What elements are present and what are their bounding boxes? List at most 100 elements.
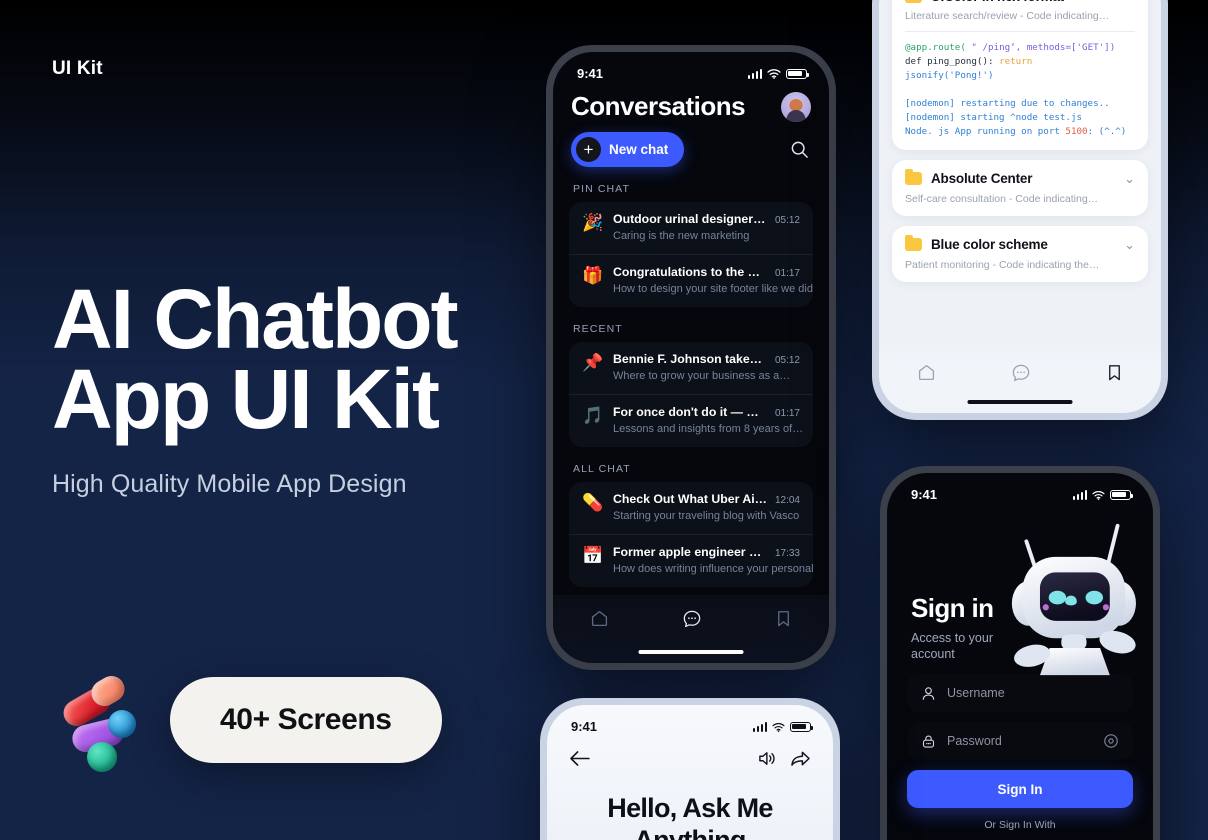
list-item[interactable]: 🎵 For once don't do it — NIKE's… 01:17 Less… <box>569 394 813 447</box>
conversations-actions: + New chat <box>553 122 829 167</box>
status-icons <box>1072 489 1133 500</box>
wifi-icon <box>767 69 781 79</box>
signal-icon <box>747 68 762 79</box>
list-item[interactable]: 🎉 Outdoor urinal designers offer… 05:12 Car… <box>569 202 813 254</box>
screens-badge-row: 40+ Screens <box>58 671 442 772</box>
chat-emoji-icon: 💊 <box>582 493 604 512</box>
ask-screen: 9:41 Hello, Ask Me Anything <box>547 705 833 840</box>
accordion-title: UIColor in hex format <box>931 0 1115 4</box>
ask-heading-line-1: Hello, Ask Me <box>607 793 773 823</box>
chat-snippet: How does writing influence your personal… <box>613 563 813 575</box>
folder-icon <box>905 0 922 3</box>
back-arrow-icon[interactable] <box>569 750 590 767</box>
conversations-screen: 9:41 Conversations + New chat PIN CHAT 🎉… <box>553 52 829 663</box>
chat-emoji-icon: 🎉 <box>582 213 604 232</box>
status-bar: 9:41 <box>887 473 1153 506</box>
folder-icon <box>905 169 922 186</box>
list-item[interactable]: 💊 Check Out What Uber Air's… 12:04 Starting… <box>569 482 813 534</box>
chevron-down-icon[interactable]: ⌄ <box>1124 237 1135 253</box>
bookmark-icon[interactable] <box>775 609 792 628</box>
or-signin-label: Or Sign In With <box>984 819 1056 831</box>
speaker-icon[interactable] <box>757 750 776 767</box>
hero-subtitle: High Quality Mobile App Design <box>52 469 407 498</box>
chat-time: 01:17 <box>774 408 800 419</box>
chat-time: 12:04 <box>774 495 800 506</box>
status-time: 9:41 <box>577 66 604 81</box>
bookmark-icon[interactable] <box>1106 363 1123 382</box>
phone-code-panel: UIColor in hex format ⌄ Literature search/… <box>872 0 1168 420</box>
chat-emoji-icon: 📅 <box>582 546 604 565</box>
conversations-header: Conversations <box>553 85 829 122</box>
chat-snippet: Where to grow your business as a… <box>613 370 791 382</box>
chat-title: For once don't do it — NIKE's… <box>613 405 767 419</box>
signin-title: Sign in <box>911 593 994 623</box>
chat-emoji-icon: 📌 <box>582 353 604 372</box>
chat-title: Check Out What Uber Air's… <box>613 492 767 506</box>
plus-icon: + <box>576 137 601 162</box>
status-icons <box>752 721 813 732</box>
home-icon[interactable] <box>917 363 936 382</box>
home-icon[interactable] <box>590 609 609 628</box>
ask-heading: Hello, Ask Me Anything <box>547 793 833 840</box>
section-header: ALL CHAT <box>573 463 631 475</box>
accordion-item[interactable]: UIColor in hex format ⌄ Literature search/… <box>892 0 1148 150</box>
list-item[interactable]: 🎁 Congratulations to the Class of… 01:17 Ho… <box>569 254 813 307</box>
show-password-icon[interactable] <box>1103 733 1119 749</box>
chat-snippet: How to design your site footer like we d… <box>613 283 813 295</box>
search-icon[interactable] <box>790 140 809 159</box>
new-chat-label: New chat <box>609 142 669 157</box>
chevron-down-icon[interactable]: ⌄ <box>1124 0 1135 4</box>
list-item[interactable]: 📅 Former apple engineer shares a… 17:33 How… <box>569 534 813 587</box>
chat-card: 📌 Bennie F. Johnson takes the… 05:12 Where … <box>569 342 813 447</box>
accordion-title: Blue color scheme <box>931 237 1048 253</box>
ask-toolbar <box>547 738 833 767</box>
avatar[interactable] <box>781 91 811 122</box>
chat-title: Congratulations to the Class of… <box>613 265 767 279</box>
chat-icon[interactable] <box>1011 363 1031 383</box>
accordion-subtitle: Patient monitoring - Code indicating the… <box>905 258 1100 271</box>
chat-emoji-icon: 🎁 <box>582 266 604 285</box>
battery-icon <box>786 68 809 79</box>
conversation-sections: PIN CHAT 🎉 Outdoor urinal designers offer…… <box>553 167 829 587</box>
capsules-3d-icon <box>58 671 136 772</box>
signin-button[interactable]: Sign In <box>907 770 1133 808</box>
home-indicator <box>638 650 744 654</box>
password-field[interactable]: Password <box>907 722 1133 760</box>
new-chat-button[interactable]: + New chat <box>571 132 685 167</box>
list-item[interactable]: 📌 Bennie F. Johnson takes the… 05:12 Where … <box>569 342 813 394</box>
signin-hero: Sign in Access to your account <box>887 506 1153 676</box>
status-icons <box>747 68 809 79</box>
chat-title: Bennie F. Johnson takes the… <box>613 352 767 366</box>
chat-snippet: Caring is the new marketing <box>613 230 750 242</box>
status-bar: 9:41 <box>553 52 829 85</box>
accordion-subtitle: Literature search/review - Code indicati… <box>905 10 1110 22</box>
screens-count-badge: 40+ Screens <box>170 677 442 763</box>
chat-card: 💊 Check Out What Uber Air's… 12:04 Starting… <box>569 482 813 587</box>
phone-conversations: 9:41 Conversations + New chat PIN CHAT 🎉… <box>546 45 836 670</box>
chevron-down-icon[interactable]: ⌄ <box>1124 171 1135 187</box>
chat-title: Former apple engineer shares a… <box>613 545 767 559</box>
chat-time: 17:33 <box>774 548 800 559</box>
accordion-item[interactable]: Absolute Center ⌄ Self-care consultation -… <box>892 159 1148 216</box>
chat-title: Outdoor urinal designers offer… <box>613 212 767 226</box>
wifi-icon <box>1092 490 1105 500</box>
phone-ask-anything: 9:41 Hello, Ask Me Anything <box>540 698 840 840</box>
chat-time: 05:12 <box>774 355 800 366</box>
share-icon[interactable] <box>790 750 811 767</box>
chat-icon[interactable] <box>682 609 702 629</box>
chat-snippet: Lessons and insights from 8 years of… <box>613 423 804 435</box>
accordion-item[interactable]: Blue color scheme ⌄ Patient monitoring - C… <box>892 225 1148 282</box>
page-title: AI Chatbot App UI Kit <box>52 277 459 441</box>
code-block: @app.route( " /ping‘, methods=['GET']) de… <box>905 31 1135 139</box>
chat-snippet: Starting your traveling blog with Vasco <box>613 510 800 522</box>
accordion-list: UIColor in hex format ⌄ Literature search/… <box>879 0 1161 282</box>
signin-screen: 9:41 Sign in Access to your account User… <box>887 473 1153 840</box>
ask-heading-line-2: Anything <box>634 824 746 840</box>
home-indicator <box>967 400 1073 404</box>
section-header: RECENT <box>573 323 623 335</box>
folder-icon <box>905 235 922 252</box>
signal-icon <box>1072 489 1087 500</box>
signal-icon <box>752 721 767 732</box>
accordion-title: Absolute Center <box>931 171 1033 187</box>
poster-background: UI Kit AI Chatbot App UI Kit High Qualit… <box>0 0 1208 840</box>
